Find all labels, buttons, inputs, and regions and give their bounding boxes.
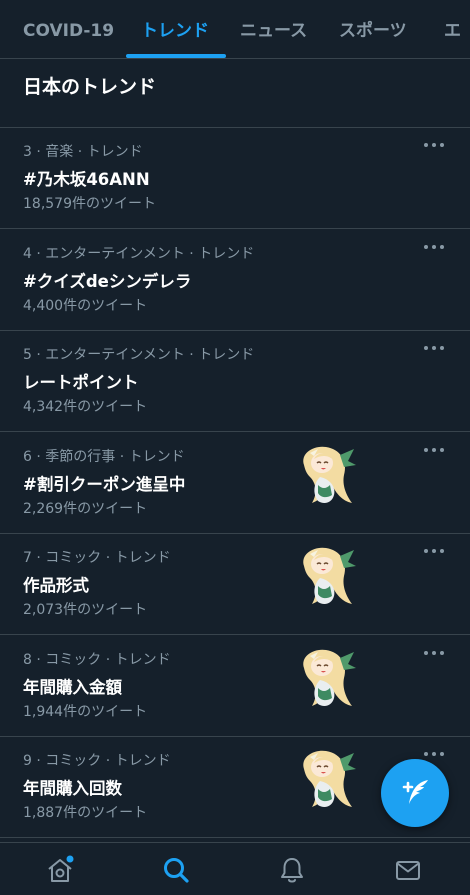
trend-divider (0, 837, 470, 838)
compose-tweet-button[interactable] (381, 759, 449, 827)
trend-tweet-count: 1,887件のツイート (23, 805, 148, 821)
trend-name: #乃木坂46ANN (23, 170, 150, 189)
nav-messages[interactable] (393, 855, 423, 885)
trend-meta: 9 · コミック · トレンド (23, 753, 171, 769)
home-icon (48, 855, 74, 882)
explore-tabs: COVID-19 トレンド ニュース スポーツ エ (0, 0, 470, 59)
nav-notifications[interactable] (277, 855, 307, 885)
more-dots-icon[interactable] (422, 134, 446, 154)
trend-name: #クイズdeシンデレラ (23, 271, 192, 291)
trend-item[interactable]: 7 · コミック · トレンド 作品形式 2,073件のツイート (0, 534, 470, 635)
trend-name: 年間購入金額 (23, 677, 122, 697)
notifications-icon (281, 858, 303, 883)
trend-tweet-count: 1,944件のツイート (23, 703, 148, 720)
trend-meta: 3 · 音楽 · トレンド (23, 144, 143, 160)
messages-icon (396, 861, 420, 880)
trend-name: 作品形式 (23, 576, 89, 595)
trend-tweet-count: 2,269件のツイート (23, 500, 148, 517)
trend-item[interactable]: 5 · エンターテインメント · トレンド レートポイント 4,342件のツイート (0, 331, 470, 432)
tab-news[interactable]: ニュース (240, 0, 307, 58)
active-tab-indicator (126, 54, 226, 58)
trend-meta: 6 · 季節の行事 · トレンド (23, 448, 185, 465)
trend-tweet-count: 2,073件のツイート (23, 602, 148, 618)
nav-home[interactable] (45, 855, 75, 885)
trend-item[interactable]: 4 · エンターテインメント · トレンド #クイズdeシンデレラ 4,400件のツ… (0, 230, 470, 331)
trend-tweet-count: 4,342件のツイート (23, 399, 148, 415)
trend-meta: 7 · コミック · トレンド (23, 550, 171, 566)
more-dots-icon[interactable] (422, 642, 446, 662)
more-dots-icon[interactable] (422, 439, 446, 459)
trend-thumbnail (296, 544, 358, 612)
trend-tweet-count: 18,579件のツイート (23, 196, 156, 212)
more-dots-icon[interactable] (422, 540, 446, 560)
more-dots-icon[interactable] (422, 337, 446, 357)
tab-covid19[interactable]: COVID-19 (23, 0, 114, 58)
trend-meta: 8 · コミック · トレンド (23, 651, 171, 668)
trend-name: 年間購入回数 (23, 779, 122, 798)
search-icon (164, 858, 189, 883)
trend-item[interactable]: 3 · 音楽 · トレンド #乃木坂46ANN 18,579件のツイート (0, 128, 470, 229)
trend-thumbnail (296, 747, 358, 815)
nav-search[interactable] (161, 855, 191, 885)
trend-tweet-count: 4,400件のツイート (23, 297, 148, 314)
section-title: 日本のトレンド (23, 76, 157, 98)
bottom-navigation (0, 842, 470, 895)
trend-item[interactable]: 8 · コミック · トレンド 年間購入金額 1,944件のツイート (0, 636, 470, 737)
tab-sports[interactable]: スポーツ (339, 0, 407, 58)
tab-trends[interactable]: トレンド (141, 0, 209, 58)
trend-name: #割引クーポン進呈中 (23, 474, 186, 494)
trend-name: レートポイント (23, 373, 139, 392)
compose-tweet-icon (402, 780, 428, 804)
trend-thumbnail (296, 443, 358, 511)
trend-item[interactable]: 6 · 季節の行事 · トレンド #割引クーポン進呈中 2,269件のツイート (0, 433, 470, 534)
tab-entertainment[interactable]: エ (444, 0, 461, 58)
trend-thumbnail (296, 646, 358, 714)
trend-meta: 4 · エンターテインメント · トレンド (23, 245, 255, 262)
more-dots-icon[interactable] (422, 236, 446, 256)
trend-meta: 5 · エンターテインメント · トレンド (23, 347, 255, 363)
